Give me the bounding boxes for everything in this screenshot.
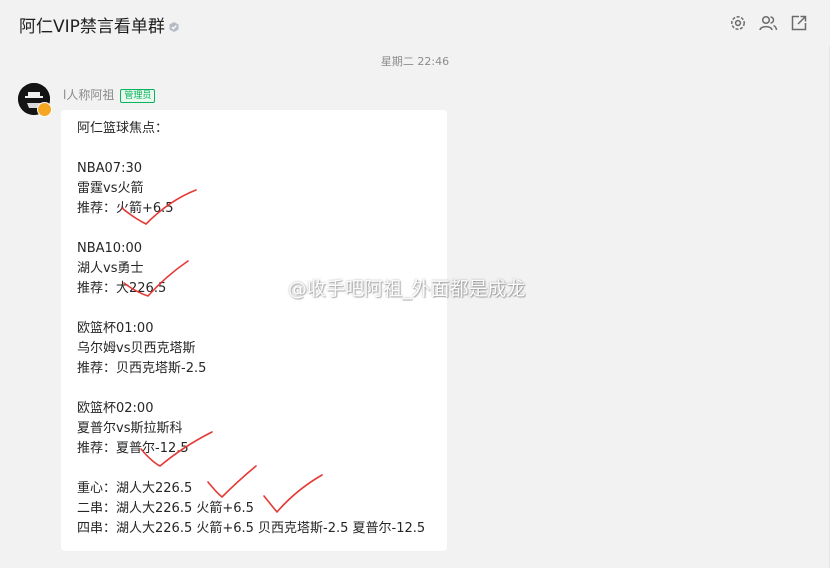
message-line: 二串：湖人大226.5 火箭+6.5	[77, 501, 254, 516]
message-line: 夏普尔vs斯拉斯科	[77, 421, 183, 436]
message-line: 推荐：贝西克塔斯-2.5	[77, 361, 207, 376]
message-line: 四串：湖人大226.5 火箭+6.5 贝西克塔斯-2.5 夏普尔-12.5	[77, 521, 426, 536]
message-timestamp: 星期二 22:46	[380, 55, 450, 68]
group-title: 阿仁VIP禁言看单群	[19, 12, 180, 37]
message-line: 推荐：火箭+6.5	[77, 201, 174, 216]
sender-name[interactable]: l人称阿祖	[63, 88, 114, 102]
message-line: 雷霆vs火箭	[77, 181, 144, 196]
avatar[interactable]	[18, 83, 52, 117]
avatar-badge-icon	[37, 102, 52, 117]
message-text: 阿仁篮球焦点： NBA07:30 雷霆vs火箭 推荐：火箭+6.5 NBA10:00 湖人…	[77, 119, 447, 539]
verified-icon	[169, 22, 179, 32]
popout-icon[interactable]	[790, 14, 808, 32]
sender-info: l人称阿祖 管理员	[63, 86, 156, 103]
message-line: NBA10:00	[77, 241, 142, 256]
message-line: NBA07:30	[77, 161, 142, 176]
weibo-logo-icon	[258, 281, 282, 299]
watermark-text: @收手吧阿祖_外面都是成龙	[288, 278, 526, 300]
message-line: 欧篮杯02:00	[77, 401, 154, 416]
settings-icon[interactable]	[729, 14, 747, 32]
message-line: 推荐：夏普尔-12.5	[77, 441, 189, 456]
group-members-icon[interactable]	[758, 14, 778, 32]
message-line: 乌尔姆vs贝西克塔斯	[77, 341, 196, 356]
message-line: 阿仁篮球焦点：	[77, 121, 169, 136]
message-line: 重心：湖人大226.5	[77, 481, 193, 496]
admin-role-badge: 管理员	[120, 89, 156, 103]
watermark: @收手吧阿祖_外面都是成龙	[258, 274, 526, 301]
group-name: 阿仁VIP禁言看单群	[19, 17, 165, 37]
title-bar: 阿仁VIP禁言看单群	[0, 0, 830, 46]
message-line: 欧篮杯01:00	[77, 321, 154, 336]
